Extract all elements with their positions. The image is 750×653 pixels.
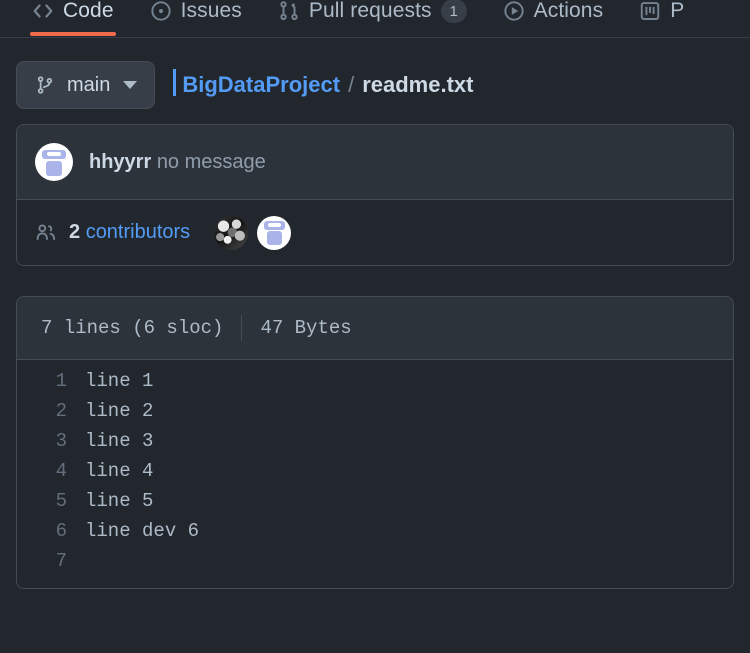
repo-nav: Code Issues Pull requests 1 Actions P xyxy=(0,0,750,38)
line-content: line 2 xyxy=(85,400,154,422)
line-number[interactable]: 7 xyxy=(17,550,85,572)
file-content-panel: 7 lines (6 sloc) 47 Bytes 1 line 1 2 lin… xyxy=(16,296,734,589)
commit-author-avatar[interactable] xyxy=(35,143,73,181)
code-line: 4 line 4 xyxy=(17,456,733,486)
code-line: 3 line 3 xyxy=(17,426,733,456)
line-content: line 4 xyxy=(85,460,154,482)
file-header-row: main BigDataProject / readme.txt xyxy=(0,38,750,109)
commit-panel: hhyyrr no message 2 contributors xyxy=(16,124,734,266)
file-line-count: 7 lines (6 sloc) xyxy=(41,317,224,339)
file-code-body[interactable]: 1 line 1 2 line 2 3 line 3 4 line 4 5 li… xyxy=(17,359,733,588)
contributors-word: contributors xyxy=(85,221,191,243)
latest-commit-row: hhyyrr no message xyxy=(17,125,733,199)
commit-text: hhyyrr no message xyxy=(89,151,266,174)
contributor-avatar-2[interactable] xyxy=(257,215,292,250)
contributors-label: 2 contributors xyxy=(69,221,190,244)
play-icon xyxy=(503,0,525,22)
tab-code[interactable]: Code xyxy=(14,0,132,36)
pull-requests-count-badge: 1 xyxy=(440,0,467,23)
code-line: 7 xyxy=(17,546,733,576)
line-content: line 3 xyxy=(85,430,154,452)
tab-issues[interactable]: Issues xyxy=(132,0,260,26)
contributors-count: 2 xyxy=(69,221,81,243)
commit-message[interactable]: no message xyxy=(157,151,266,173)
branch-selector-button[interactable]: main xyxy=(16,61,156,109)
line-content: line 5 xyxy=(85,490,154,512)
code-line: 2 line 2 xyxy=(17,396,733,426)
tab-issues-label: Issues xyxy=(180,0,242,22)
file-size: 47 Bytes xyxy=(260,317,352,339)
breadcrumb: BigDataProject / readme.txt xyxy=(173,69,474,98)
contributor-avatar-1[interactable] xyxy=(214,215,249,250)
breadcrumb-separator: / xyxy=(348,72,355,97)
tab-actions[interactable]: Actions xyxy=(485,0,622,26)
breadcrumb-repo-link[interactable]: BigDataProject xyxy=(182,72,340,98)
line-content: line 1 xyxy=(85,370,154,392)
meta-divider xyxy=(241,315,243,341)
project-icon xyxy=(639,0,661,22)
line-number[interactable]: 3 xyxy=(17,430,85,452)
git-pull-request-icon xyxy=(278,0,300,22)
branch-name-label: main xyxy=(67,73,111,96)
people-icon xyxy=(35,222,57,244)
line-number[interactable]: 5 xyxy=(17,490,85,512)
code-line: 5 line 5 xyxy=(17,486,733,516)
line-number[interactable]: 1 xyxy=(17,370,85,392)
breadcrumb-file-name: readme.txt xyxy=(362,72,474,97)
line-number[interactable]: 4 xyxy=(17,460,85,482)
file-meta-bar: 7 lines (6 sloc) 47 Bytes xyxy=(17,297,733,359)
issue-opened-icon xyxy=(150,0,172,22)
tab-pull-requests[interactable]: Pull requests 1 xyxy=(260,0,485,26)
line-number[interactable]: 2 xyxy=(17,400,85,422)
chevron-down-icon xyxy=(123,81,138,89)
tab-pull-requests-label: Pull requests xyxy=(308,0,432,22)
code-line: 1 line 1 xyxy=(17,366,733,396)
avatar-glyph xyxy=(262,220,287,246)
code-line: 6 line dev 6 xyxy=(17,516,733,546)
contributors-row[interactable]: 2 contributors xyxy=(17,199,733,265)
line-number[interactable]: 6 xyxy=(17,520,85,542)
git-branch-icon xyxy=(34,74,56,96)
contributor-avatars xyxy=(214,215,292,250)
tab-projects-label: P xyxy=(670,0,685,22)
tab-code-label: Code xyxy=(63,0,114,22)
tab-projects[interactable]: P xyxy=(621,0,702,26)
line-content: line dev 6 xyxy=(85,520,200,542)
avatar-glyph xyxy=(40,148,68,177)
commit-author-name[interactable]: hhyyrr xyxy=(89,151,151,173)
tab-actions-label: Actions xyxy=(533,0,604,22)
code-icon xyxy=(32,0,54,22)
